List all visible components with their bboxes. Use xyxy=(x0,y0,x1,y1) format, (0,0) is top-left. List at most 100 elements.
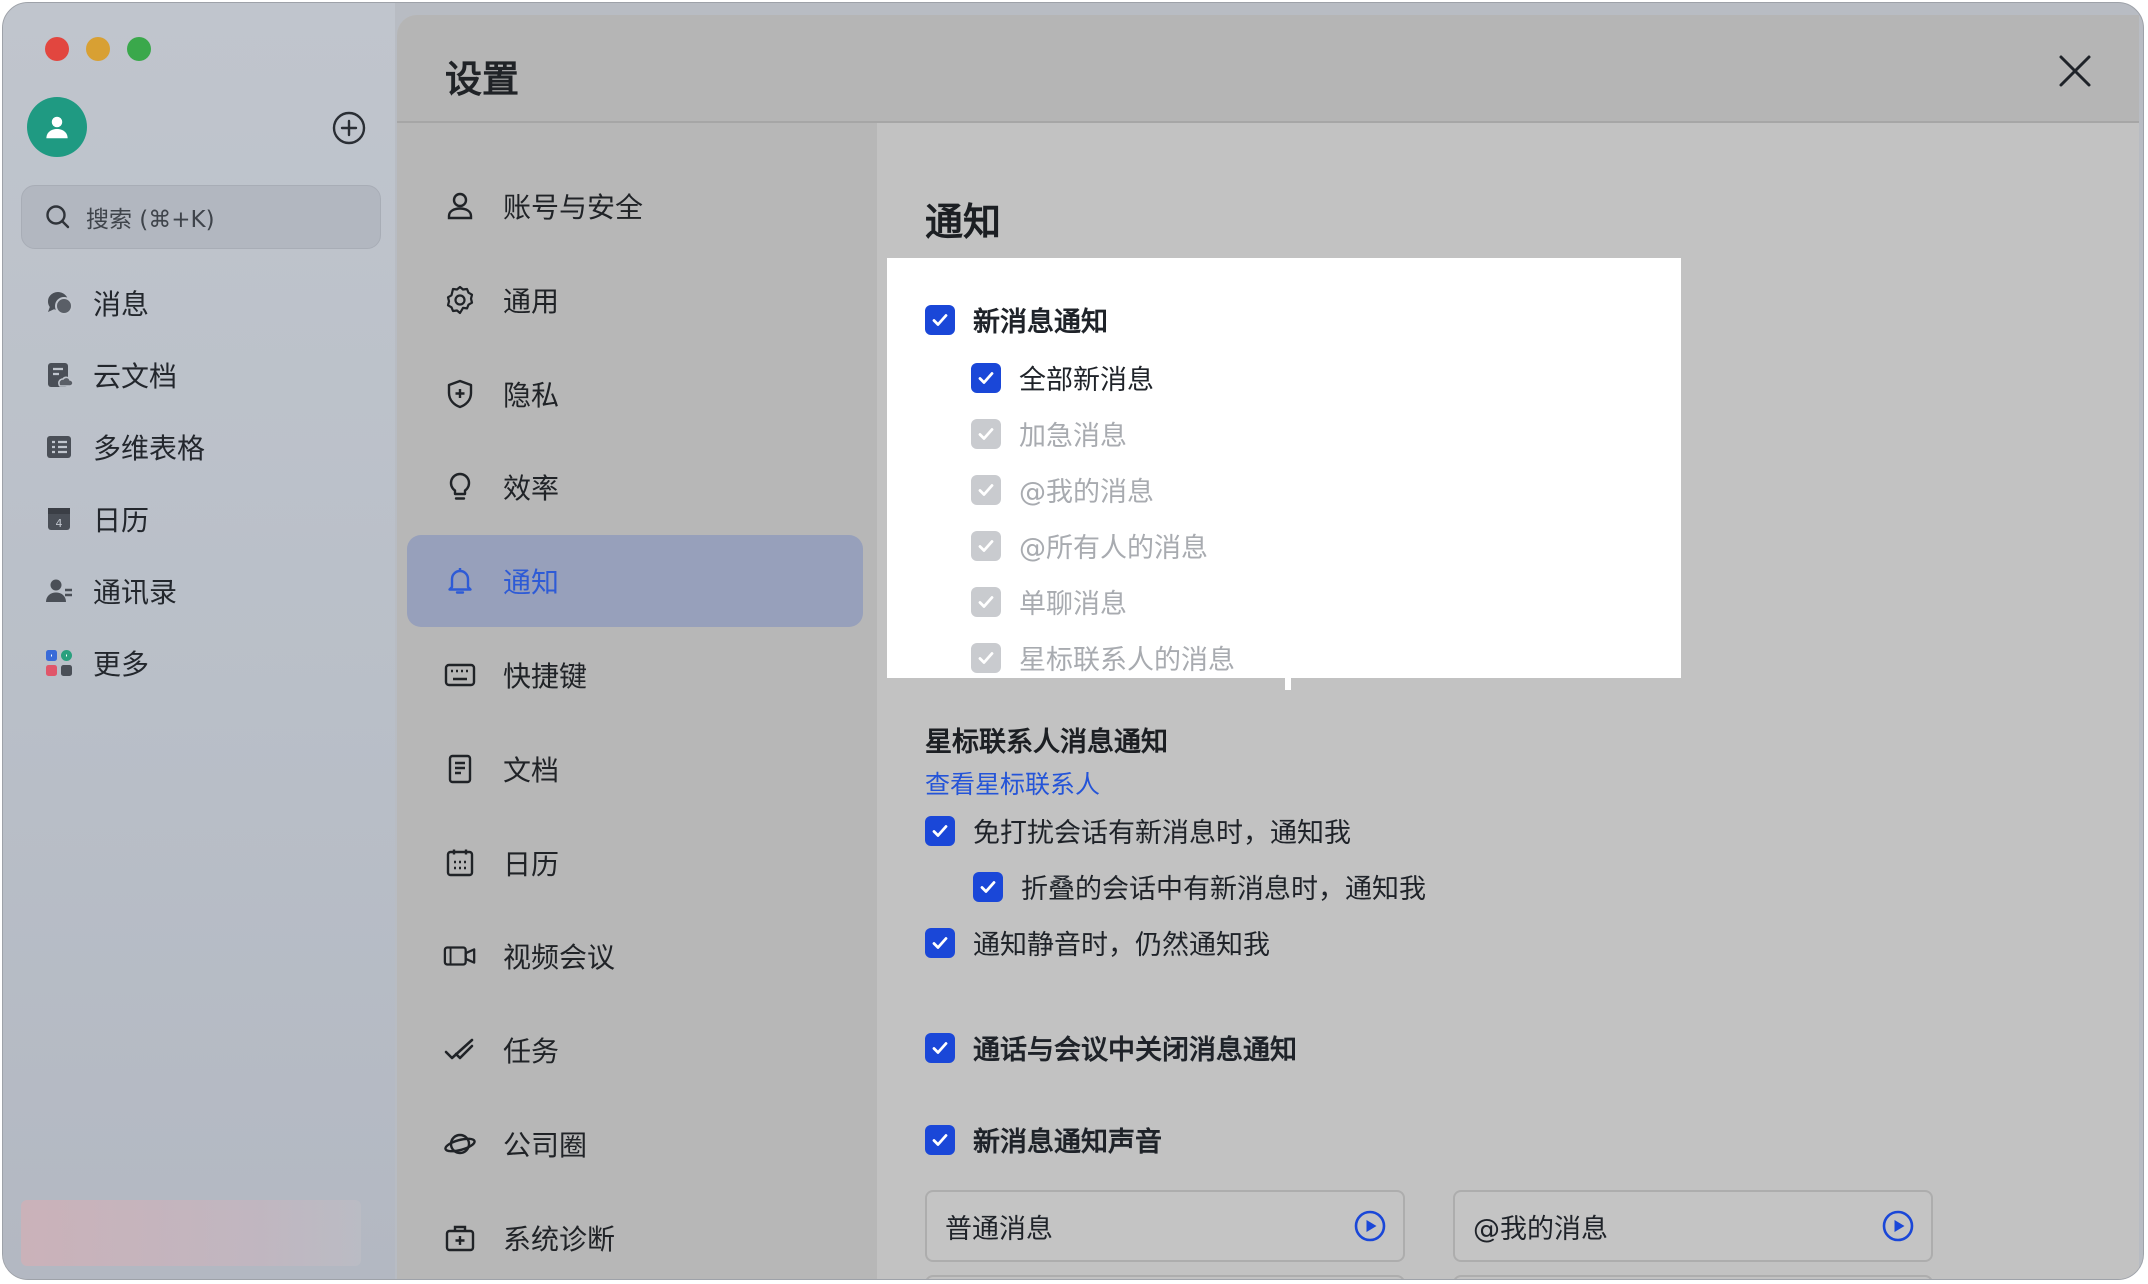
app-root: 搜索 (⌘+K) 消息 云文档 多维表格 4 日历 通讯录 更多 设置 账号与安… xyxy=(0,0,2148,1284)
check-icon xyxy=(932,1041,948,1054)
checkbox-label: 折叠的会话中有新消息时，通知我 xyxy=(1021,874,1426,905)
notify-sound-option[interactable]: 新消息通知声音 xyxy=(925,1120,1162,1159)
add-button[interactable] xyxy=(331,110,367,146)
search-input[interactable]: 搜索 (⌘+K) xyxy=(21,185,381,249)
plus-circle-icon xyxy=(332,111,366,145)
play-icon[interactable] xyxy=(1881,1209,1915,1243)
call-close-notify-option[interactable]: 通话与会议中关闭消息通知 xyxy=(925,1028,1297,1067)
checkbox-label: 新消息通知声音 xyxy=(973,1127,1162,1158)
task-check-icon xyxy=(443,1033,477,1067)
settings-nav-docs[interactable]: 文档 xyxy=(407,723,863,815)
close-window-button[interactable] xyxy=(45,37,69,61)
check-icon xyxy=(980,880,996,893)
dnd-notify-option[interactable]: 免打扰会话有新消息时，通知我 xyxy=(925,811,1351,850)
app-nav-item-docs[interactable]: 云文档 xyxy=(3,339,395,411)
settings-nav-tasks[interactable]: 任务 xyxy=(407,1004,863,1096)
mention-me-option: @我的消息 xyxy=(971,470,1154,509)
cloud-doc-icon xyxy=(43,359,75,391)
checkbox-disabled xyxy=(971,586,1001,617)
avatar[interactable] xyxy=(27,97,87,157)
checkbox[interactable] xyxy=(925,815,955,846)
sound-select-partial[interactable] xyxy=(925,1275,1405,1279)
lightbulb-icon xyxy=(443,470,477,504)
checkbox[interactable] xyxy=(973,871,1003,902)
settings-nav-efficiency[interactable]: 效率 xyxy=(407,441,863,533)
settings-nav-label: 系统诊断 xyxy=(503,1223,616,1256)
app-nav-item-messages[interactable]: 消息 xyxy=(3,267,395,339)
app-nav-item-calendar[interactable]: 4 日历 xyxy=(3,483,395,555)
settings-nav-label: 任务 xyxy=(503,1035,560,1068)
checkbox-label: 新消息通知 xyxy=(973,307,1108,338)
checkbox-label: @所有人的消息 xyxy=(1019,533,1208,564)
settings-nav-video-meeting[interactable]: 视频会议 xyxy=(407,910,863,1002)
settings-nav-label: 账号与安全 xyxy=(503,191,644,224)
app-sidebar: 搜索 (⌘+K) 消息 云文档 多维表格 4 日历 通讯录 更多 xyxy=(3,3,395,1279)
checkbox[interactable] xyxy=(971,362,1001,393)
new-message-notify-option[interactable]: 新消息通知 xyxy=(925,300,1108,339)
app-nav-item-more[interactable]: 更多 xyxy=(3,627,395,699)
settings-nav-notifications[interactable]: 通知 xyxy=(407,535,863,627)
minimize-window-button[interactable] xyxy=(86,37,110,61)
settings-nav-label: 通知 xyxy=(503,566,560,599)
app-window: 搜索 (⌘+K) 消息 云文档 多维表格 4 日历 通讯录 更多 设置 账号与安… xyxy=(2,2,2144,1280)
all-messages-option[interactable]: 全部新消息 xyxy=(971,358,1154,397)
mention-all-option: @所有人的消息 xyxy=(971,526,1208,565)
app-nav-item-base[interactable]: 多维表格 xyxy=(3,411,395,483)
checkbox-label: 免打扰会话有新消息时，通知我 xyxy=(973,818,1351,849)
keyboard-icon xyxy=(443,658,477,692)
play-icon[interactable] xyxy=(1353,1209,1387,1243)
settings-nav-label: 文档 xyxy=(503,754,560,787)
app-nav-item-contacts[interactable]: 通讯录 xyxy=(3,555,395,627)
search-placeholder: 搜索 (⌘+K) xyxy=(86,207,215,233)
checkbox-disabled xyxy=(971,418,1001,449)
settings-nav-label: 公司圈 xyxy=(503,1129,588,1162)
settings-nav-moments[interactable]: 公司圈 xyxy=(407,1098,863,1190)
panel-tail xyxy=(1285,678,1291,690)
app-nav-label: 多维表格 xyxy=(93,432,206,465)
settings-nav-privacy[interactable]: 隐私 xyxy=(407,348,863,440)
check-icon xyxy=(978,483,994,496)
checkbox-disabled xyxy=(971,642,1001,673)
folded-notify-option[interactable]: 折叠的会话中有新消息时，通知我 xyxy=(973,867,1426,906)
mention-message-sound-select[interactable]: @我的消息 xyxy=(1453,1190,1933,1262)
calendar-icon: 4 xyxy=(43,503,75,535)
notifications-content: 通知 新消息通知 全部新消息 加急消息 @我的消息 @所有人的消息 单聊消息 星… xyxy=(877,123,2139,1279)
muted-notify-option[interactable]: 通知静音时，仍然通知我 xyxy=(925,923,1270,962)
settings-nav-general[interactable]: 通用 xyxy=(407,254,863,346)
check-icon xyxy=(932,824,948,837)
close-settings-button[interactable] xyxy=(2057,53,2093,89)
person-icon xyxy=(443,189,477,223)
checkbox[interactable] xyxy=(925,1124,955,1155)
checkbox[interactable] xyxy=(925,1032,955,1063)
shield-icon xyxy=(443,377,477,411)
checkbox-label: 加急消息 xyxy=(1019,421,1127,452)
check-icon xyxy=(978,427,994,440)
settings-nav-diagnostics[interactable]: 系统诊断 xyxy=(407,1192,863,1279)
app-nav-label: 通讯录 xyxy=(93,576,178,609)
base-table-icon xyxy=(43,431,75,463)
sound-select-partial[interactable] xyxy=(1453,1275,1933,1279)
settings-nav-label: 日历 xyxy=(503,848,560,881)
checkbox[interactable] xyxy=(925,304,955,335)
settings-nav-account[interactable]: 账号与安全 xyxy=(407,160,863,252)
settings-nav-label: 通用 xyxy=(503,285,560,318)
more-apps-icon xyxy=(43,647,75,679)
check-icon xyxy=(978,651,994,664)
settings-nav-label: 隐私 xyxy=(503,379,560,412)
checkbox-label: 单聊消息 xyxy=(1019,589,1127,620)
check-icon xyxy=(978,371,994,384)
document-icon xyxy=(443,752,477,786)
zoom-window-button[interactable] xyxy=(127,37,151,61)
normal-message-sound-select[interactable]: 普通消息 xyxy=(925,1190,1405,1262)
settings-title: 设置 xyxy=(445,58,519,101)
settings-header: 设置 xyxy=(397,15,2139,123)
settings-nav-calendar[interactable]: 日历 xyxy=(407,817,863,909)
starred-section-title: 星标联系人消息通知 xyxy=(925,727,1168,758)
section-title: 通知 xyxy=(925,200,1002,244)
settings-nav-shortcuts[interactable]: 快捷键 xyxy=(407,629,863,721)
app-nav-label: 云文档 xyxy=(93,360,178,393)
view-starred-contacts-link[interactable]: 查看星标联系人 xyxy=(925,765,1100,801)
settings-nav-label: 快捷键 xyxy=(503,660,588,693)
checkbox[interactable] xyxy=(925,927,955,958)
sidebar-footer-banner xyxy=(21,1200,361,1266)
